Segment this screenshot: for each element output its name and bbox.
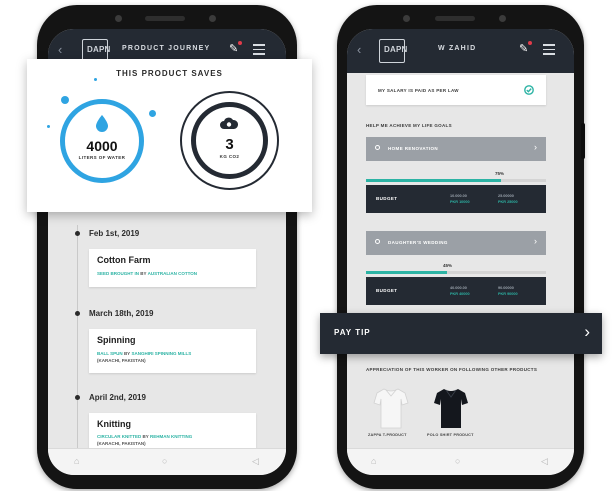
co2-inner-ring: 3 KG CO2 xyxy=(191,102,268,179)
goal-progress-fill xyxy=(366,271,447,274)
water-bubble xyxy=(149,110,156,117)
timeline-card[interactable]: Knitting CIRCULAR KNITTED BY REHMAN KNIT… xyxy=(89,413,256,449)
goal-label: DAUGHTER'S WEDDING xyxy=(388,240,448,245)
stage-detail: BALL SPUN BY SANGHIRI SPINNING MILLS (KA… xyxy=(97,351,192,363)
power-button xyxy=(581,123,585,159)
page-title: W ZAHID xyxy=(438,45,477,52)
timeline-dot xyxy=(75,395,80,400)
back-icon[interactable]: ‹ xyxy=(357,42,361,57)
bottom-nav: ⌂ ○ ◁ xyxy=(347,448,574,475)
white-shirt-image[interactable] xyxy=(373,387,409,429)
co2-value: 3 xyxy=(225,136,234,153)
goal-icon xyxy=(375,239,380,244)
goal-button-daughters-wedding[interactable]: DAUGHTER'S WEDDING › xyxy=(366,231,546,255)
appreciation-text: APPRECIATION OF THIS WORKER ON FOLLOWING… xyxy=(366,367,538,372)
water-value: 4000 xyxy=(86,138,118,154)
co2-unit: KG CO2 xyxy=(219,154,240,159)
goal-progress-fill xyxy=(366,179,501,182)
notification-dot xyxy=(528,41,532,45)
timeline-dot xyxy=(75,311,80,316)
goals-heading: HELP ME ACHIEVE MY LIFE GOALS xyxy=(366,123,452,128)
front-camera xyxy=(115,15,122,22)
budget-col: 90.00000 PKR 90000 xyxy=(498,286,518,296)
goal-budget-row: BUDGET 40.000.00 PKR 40000 90.00000 PKR 90… xyxy=(366,277,546,305)
speaker-grille xyxy=(145,16,185,21)
stage-title: Spinning xyxy=(97,335,136,345)
check-circle-icon xyxy=(524,85,534,95)
budget-label: BUDGET xyxy=(376,196,398,201)
right-screen: ‹ DAPN W ZAHID ✎ MY SALARY IS PAID AS PE… xyxy=(347,29,574,475)
stage-title: Knitting xyxy=(97,419,131,429)
pay-tip-button[interactable]: PAY TIP › xyxy=(320,313,602,354)
sensor xyxy=(209,15,216,22)
home-icon[interactable]: ⌂ xyxy=(371,456,376,466)
home-icon[interactable]: ⌂ xyxy=(74,456,79,466)
timeline-line xyxy=(77,225,78,449)
recent-icon[interactable]: ○ xyxy=(162,456,167,466)
app-header: ‹ DAPN W ZAHID ✎ xyxy=(347,29,574,73)
timeline-date: April 2nd, 2019 xyxy=(89,393,146,402)
product-label: ZAPPA T-PRODUCT xyxy=(368,433,407,437)
goal-progress-bar xyxy=(366,179,546,182)
notification-dot xyxy=(238,41,242,45)
water-unit: LITERS OF WATER xyxy=(78,155,126,160)
black-shirt-image[interactable] xyxy=(433,387,469,429)
goal-progress-bar xyxy=(366,271,546,274)
goal-percent: 45% xyxy=(443,263,453,268)
menu-icon[interactable] xyxy=(543,44,555,58)
goal-icon xyxy=(375,145,380,150)
back-icon[interactable]: ‹ xyxy=(58,42,62,57)
brand-logo-text: DAPN xyxy=(87,45,111,54)
water-bubble xyxy=(61,96,69,104)
goal-button-home-renovation[interactable]: HOME RENOVATION › xyxy=(366,137,546,161)
budget-col: 40.000.00 PKR 40000 xyxy=(450,286,470,296)
brand-logo-text: DAPN xyxy=(384,45,408,54)
budget-col: 10.000.00 PKR 10000 xyxy=(450,194,470,204)
cloud-icon xyxy=(220,117,239,129)
pay-tip-label: PAY TIP xyxy=(334,328,371,337)
back-nav-icon[interactable]: ◁ xyxy=(541,456,548,467)
speaker-grille xyxy=(435,16,475,21)
goal-percent: 75% xyxy=(495,171,505,176)
stage-detail: CIRCULAR KNITTED BY REHMAN KNITTING (KAR… xyxy=(97,434,193,446)
timeline-dot xyxy=(75,231,80,236)
product-saves-heading: THIS PRODUCT SAVES xyxy=(116,69,223,78)
salary-text: MY SALARY IS PAID AS PER LAW xyxy=(378,88,459,93)
salary-card: MY SALARY IS PAID AS PER LAW xyxy=(366,75,546,105)
budget-col: 25.00000 PKR 25000 xyxy=(498,194,518,204)
bottom-nav: ⌂ ○ ◁ xyxy=(48,448,286,475)
timeline-date: March 18th, 2019 xyxy=(89,309,154,318)
stage-title: Cotton Farm xyxy=(97,255,151,265)
stage-detail: SEED BROUGHT IN BY AUSTRALIAN COTTON xyxy=(97,271,198,276)
timeline-card[interactable]: Cotton Farm SEED BROUGHT IN BY AUSTRALIA… xyxy=(89,249,256,287)
water-saving-ring: 4000 LITERS OF WATER xyxy=(60,99,144,183)
water-bubble xyxy=(47,125,50,128)
co2-saving-ring: 3 KG CO2 xyxy=(180,91,279,190)
chevron-right-icon: › xyxy=(584,322,590,341)
sensor xyxy=(499,15,506,22)
timeline-card[interactable]: Spinning BALL SPUN BY SANGHIRI SPINNING … xyxy=(89,329,256,373)
goal-budget-row: BUDGET 10.000.00 PKR 10000 25.00000 PKR 25… xyxy=(366,185,546,213)
brush-icon[interactable]: ✎ xyxy=(519,42,528,55)
menu-icon[interactable] xyxy=(253,44,265,58)
brand-logo: DAPN xyxy=(379,39,408,63)
goal-label: HOME RENOVATION xyxy=(388,146,439,151)
recent-icon[interactable]: ○ xyxy=(455,456,460,466)
back-nav-icon[interactable]: ◁ xyxy=(252,456,259,467)
budget-label: BUDGET xyxy=(376,288,398,293)
product-saves-card: THIS PRODUCT SAVES 4000 LITERS OF WATER … xyxy=(27,59,312,212)
front-camera xyxy=(403,15,410,22)
timeline-date: Feb 1st, 2019 xyxy=(89,229,140,238)
water-drop-icon xyxy=(96,115,108,132)
brush-icon[interactable]: ✎ xyxy=(229,42,238,55)
page-title: PRODUCT JOURNEY xyxy=(122,45,211,52)
chevron-right-icon: › xyxy=(534,142,537,152)
chevron-right-icon: › xyxy=(534,236,537,246)
right-phone: ‹ DAPN W ZAHID ✎ MY SALARY IS PAID AS PE… xyxy=(337,5,585,489)
water-bubble xyxy=(94,78,97,81)
product-label: POLO SHIRT PRODUCT xyxy=(427,433,474,437)
